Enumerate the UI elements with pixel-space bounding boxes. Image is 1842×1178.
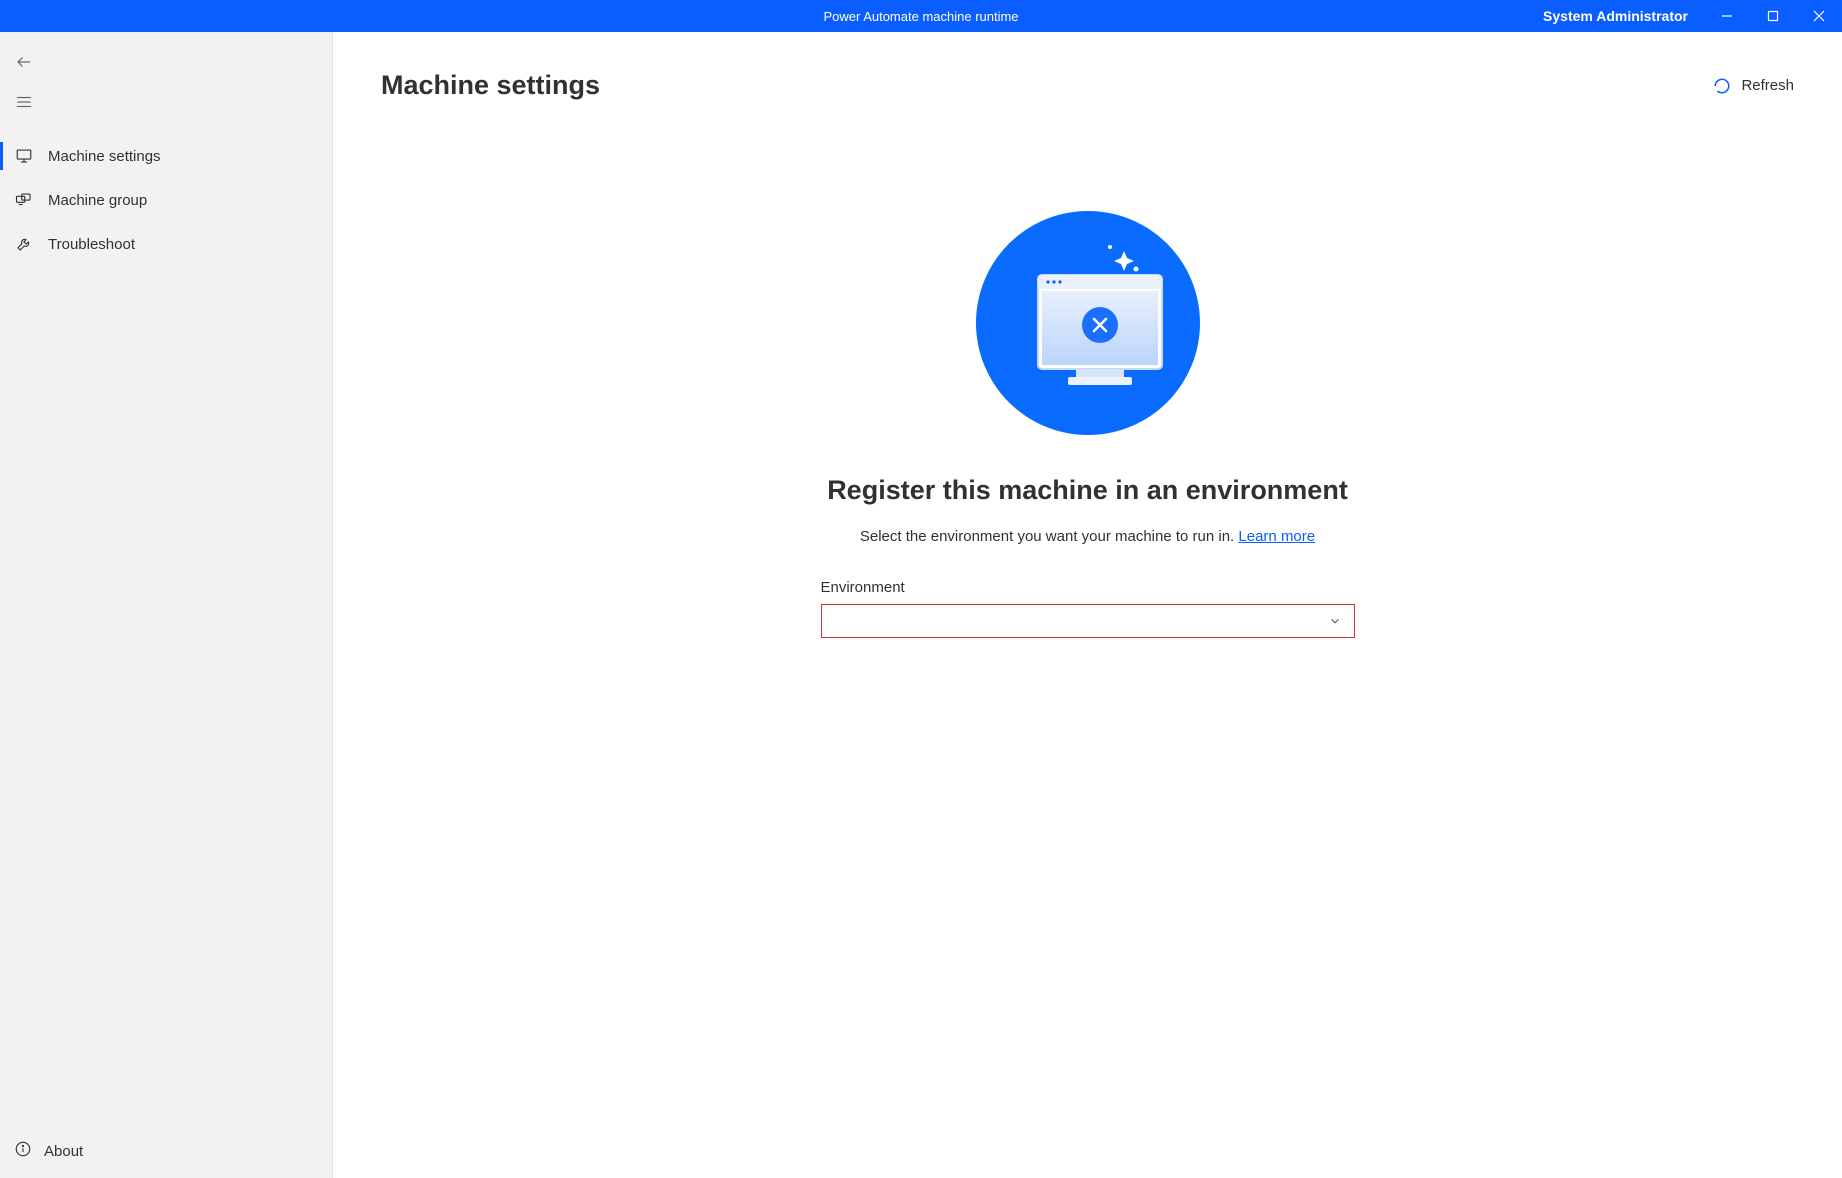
close-icon — [1813, 10, 1825, 22]
refresh-label: Refresh — [1741, 77, 1794, 94]
wrench-icon — [14, 234, 34, 254]
back-button[interactable] — [0, 42, 48, 82]
page-title: Machine settings — [381, 70, 600, 101]
sidebar-item-label: Machine settings — [48, 148, 161, 165]
title-bar: Power Automate machine runtime System Ad… — [0, 0, 1842, 32]
sidebar-item-label: Machine group — [48, 192, 147, 209]
app-title: Power Automate machine runtime — [823, 9, 1018, 24]
window-close-button[interactable] — [1796, 0, 1842, 32]
refresh-button[interactable]: Refresh — [1713, 77, 1794, 95]
window-maximize-button[interactable] — [1750, 0, 1796, 32]
title-bar-right: System Administrator — [1535, 0, 1842, 32]
register-description: Select the environment you want your mac… — [860, 528, 1315, 545]
sidebar-item-label: Troubleshoot — [48, 236, 135, 253]
sidebar-item-about[interactable]: About — [0, 1128, 332, 1178]
register-machine-illustration — [976, 211, 1200, 435]
register-heading: Register this machine in an environment — [827, 475, 1348, 506]
sidebar-item-machine-group[interactable]: Machine group — [0, 178, 332, 222]
maximize-icon — [1767, 10, 1779, 22]
monitor-icon — [14, 146, 34, 166]
sidebar: Machine settings Machine group Troublesh… — [0, 32, 333, 1178]
main-panel: Machine settings Refresh — [333, 32, 1842, 1178]
refresh-icon — [1713, 77, 1731, 95]
sidebar-item-label: About — [44, 1143, 83, 1160]
machine-group-icon — [14, 190, 34, 210]
minimize-icon — [1721, 10, 1733, 22]
sidebar-item-machine-settings[interactable]: Machine settings — [0, 134, 332, 178]
environment-label: Environment — [821, 579, 1355, 596]
window-minimize-button[interactable] — [1704, 0, 1750, 32]
hamburger-button[interactable] — [0, 82, 48, 122]
hamburger-icon — [15, 93, 33, 111]
learn-more-link[interactable]: Learn more — [1238, 528, 1315, 545]
arrow-left-icon — [15, 53, 33, 71]
info-icon — [14, 1140, 32, 1162]
environment-dropdown[interactable] — [821, 604, 1355, 638]
chevron-down-icon — [1328, 614, 1342, 628]
current-user: System Administrator — [1535, 8, 1696, 24]
sidebar-item-troubleshoot[interactable]: Troubleshoot — [0, 222, 332, 266]
